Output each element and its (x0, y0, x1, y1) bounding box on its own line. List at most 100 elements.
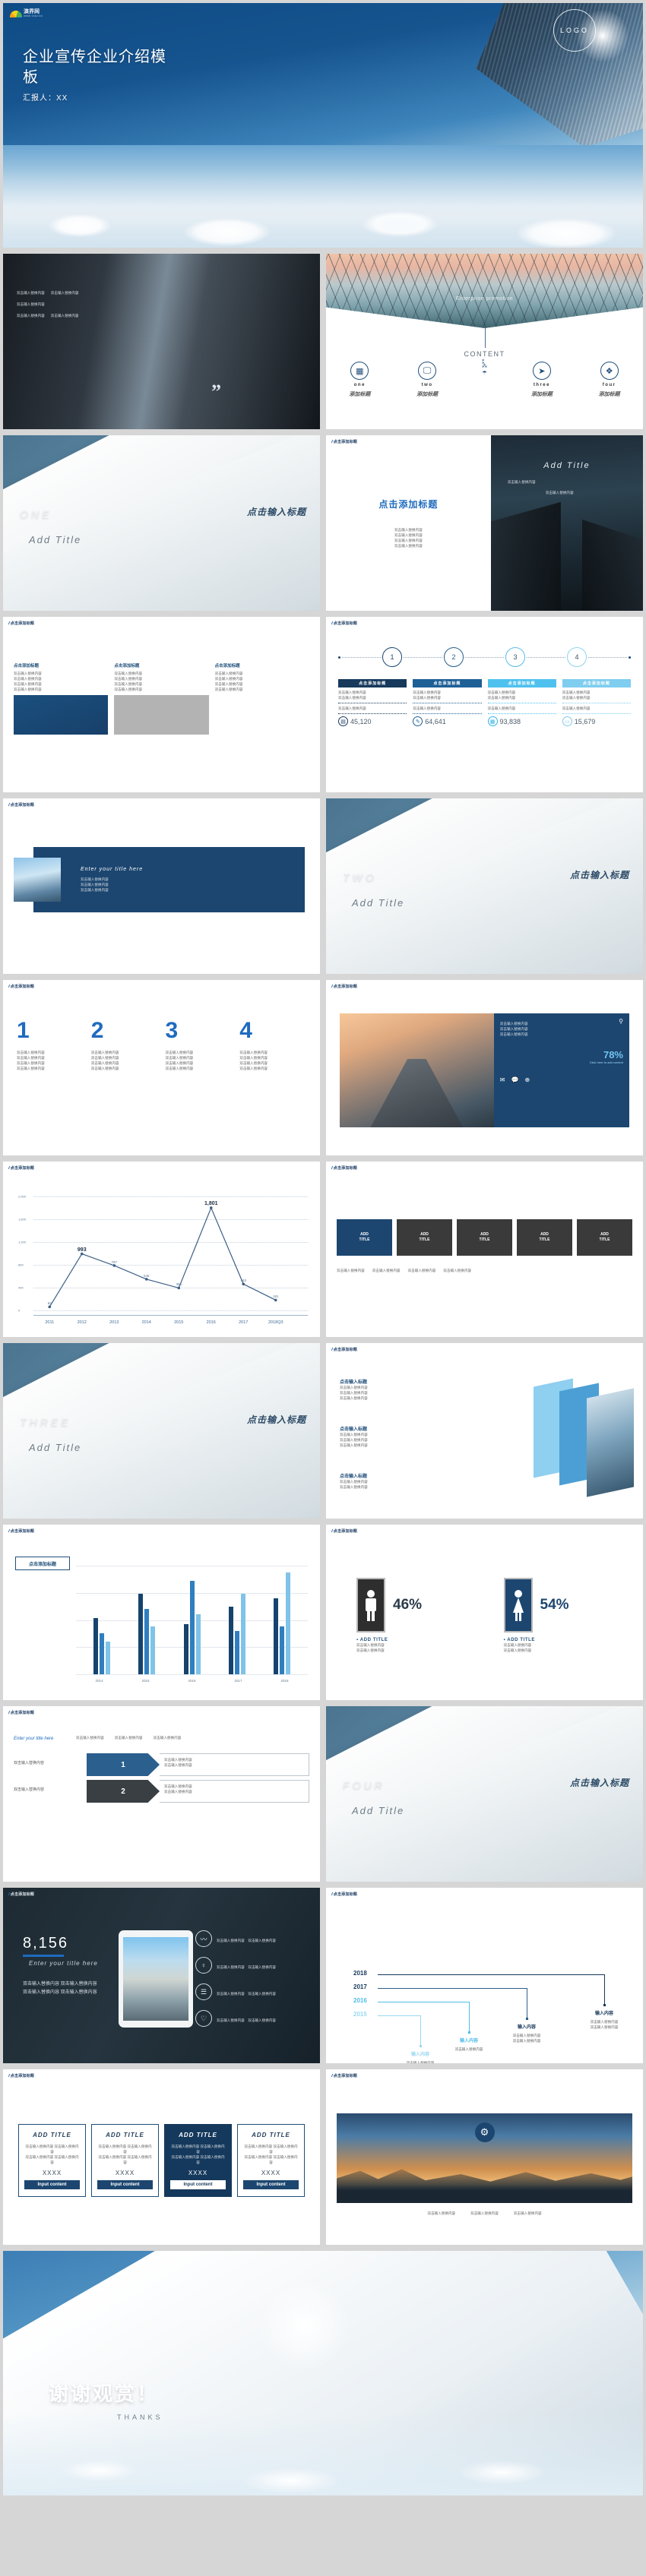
quote-line: 双击输入替换内容 (17, 302, 45, 307)
arrow-shape-2[interactable]: 2 (87, 1780, 160, 1803)
card-button[interactable]: Input content (170, 2180, 226, 2190)
split-photo-line: 双击输入替换内容 (545, 491, 574, 495)
step-cell-2: 点击添加标题 双击输入替换内容 双击输入替换内容 双击输入替换内容 ✎ 64,6… (413, 679, 482, 727)
big-number-line: 双击输入替换内容 (90, 1067, 119, 1071)
card-5[interactable]: ADD TITLE (577, 1219, 632, 1256)
slide-timeline: //点击添加标题 2018 输入内容 双击输入替换内容 双击输入替换内容 201… (323, 1885, 646, 2066)
feature-item-2[interactable]: ♀ 双击输入替换内容 双击输入替换内容 (195, 1957, 309, 1974)
male-figure-icon (356, 1578, 385, 1633)
step-caption: 双击输入替换内容 (413, 706, 442, 711)
step-stat: ▦ 93,838 (487, 716, 556, 727)
quote-background-photo (3, 254, 320, 429)
timeline-line-2018 (378, 1974, 604, 1975)
card-button[interactable]: Input content (243, 2180, 299, 2190)
steps-numbers-row: 1 2 3 4 (338, 647, 631, 667)
content-item-cn: 添加标题 (598, 392, 620, 397)
content-item-en: four (602, 383, 616, 387)
five-cards-legend: 双击输入替换内容 双击输入替换内容 双击输入替换内容 双击输入替换内容 (337, 1268, 632, 1273)
big-number-cell-3: 3 双击输入替换内容 双击输入替换内容 双击输入替换内容 双击输入替换内容 (166, 1019, 233, 1071)
step-circle-2[interactable]: 2 (444, 647, 464, 667)
step-circle-3[interactable]: 3 (505, 647, 525, 667)
split-line: 双击输入替换内容 (394, 539, 423, 542)
data-label: 463 (240, 1279, 247, 1283)
arrows-intro: Enter your title here (14, 1737, 54, 1741)
x-tick-label: 2017 (234, 1679, 242, 1683)
tablet-subtitle: Enter your title here (29, 1960, 98, 1967)
male-line: 双击输入替换内容 (356, 1648, 385, 1653)
bar (274, 1598, 279, 1674)
divider-title-cn: 点击输入标题 (569, 870, 629, 880)
header-label: 点击添加标题 (10, 803, 34, 808)
step-circle-4[interactable]: 4 (567, 647, 587, 667)
x-tick-label: 2013 (109, 1320, 119, 1325)
column-line: 双击输入替换内容 (114, 672, 143, 675)
content-item-two[interactable]: 🖵 two 添加标题 (394, 362, 461, 398)
arrow-shape-1[interactable]: 1 (87, 1753, 160, 1776)
umbrella-icon: ☂ (482, 370, 487, 376)
slide-four-cards: //点击添加标题 ADD TITLE 双击输入替换内容 双击输入替换内容 双击输… (0, 2066, 323, 2248)
arrow-row-body: 双击输入替换内容 双击输入替换内容 (160, 1753, 309, 1776)
card-line-1: ADD (420, 1232, 429, 1237)
y-tick-label: 400 (18, 1285, 24, 1290)
content-item-four[interactable]: ❖ four 添加标题 (575, 362, 643, 398)
chat-icon[interactable]: 💬 (511, 1076, 518, 1083)
card-line-2: TITLE (539, 1237, 550, 1242)
step-cell-1: 点击添加标题 双击输入替换内容 双击输入替换内容 双击输入替换内容 ▤ 45,1… (338, 679, 407, 727)
content-item-one[interactable]: ▦ one 添加标题 (326, 362, 394, 398)
info-panel: ⚲ 双击输入替换内容 双击输入替换内容 双击输入替换内容 78% Click h… (493, 1013, 629, 1127)
content-item-three[interactable]: ➤ three 添加标题 (508, 362, 576, 398)
card-title: ADD TITLE (106, 2132, 144, 2138)
envelope-icon[interactable]: ✉ (500, 1076, 505, 1083)
big-number: 1 (17, 1018, 30, 1043)
title-card-4[interactable]: ADD TITLE 双击输入替换内容 双击输入替换内容 双击输入替换内容 双击输… (237, 2124, 305, 2198)
globe-icon[interactable]: ⊕ (524, 1076, 530, 1083)
x-tick-label: 2018 (280, 1679, 289, 1683)
bar-group (79, 1566, 124, 1674)
title-split-photo: Add Title 双击输入替换内容 双击输入替换内容 (490, 435, 643, 611)
card-4[interactable]: ADD TITLE (517, 1219, 572, 1256)
data-label: 787 (111, 1260, 118, 1264)
timeline-year-2018: 2018 (353, 1970, 367, 1977)
card-2[interactable]: ADD TITLE (397, 1219, 452, 1256)
divider-number: TWO (343, 871, 377, 883)
card-button[interactable]: Input content (97, 2180, 153, 2190)
industrial-lines: 双击输入替换内容 双击输入替换内容 双击输入替换内容 (326, 2211, 643, 2216)
building-photo (587, 1388, 634, 1497)
arrow-body-line: 双击输入替换内容 (164, 1790, 192, 1794)
banner-title: Enter your title here (81, 866, 144, 872)
divider-title-en: Add Title (352, 1805, 405, 1816)
title-card-1[interactable]: ADD TITLE 双击输入替换内容 双击输入替换内容 双击输入替换内容 双击输… (18, 2124, 86, 2198)
timeline-node-2015: 输入内容 双击输入替换内容 (391, 2050, 449, 2063)
feature-item-3[interactable]: ☰ 双击输入替换内容 双击输入替换内容 (195, 1983, 309, 2000)
tablet-device (119, 1930, 193, 2028)
panel-line: 双击输入替换内容 (499, 1027, 528, 1032)
timeline-year-2017: 2017 (353, 1983, 367, 1990)
slide-header: //点击添加标题 (331, 621, 357, 627)
card-button[interactable]: Input content (24, 2180, 80, 2190)
title-card-3[interactable]: ADD TITLE 双击输入替换内容 双击输入替换内容 双击输入替换内容 双击输… (164, 2124, 232, 2198)
panel-line: 双击输入替换内容 (499, 1032, 528, 1037)
header-label: 点击添加标题 (333, 2074, 357, 2078)
card-3[interactable]: ADD TITLE (457, 1219, 512, 1256)
timeline-node-head: 输入内容 (410, 2053, 429, 2057)
card-1[interactable]: ADD TITLE (337, 1219, 392, 1256)
title-split-left: 点击添加标题 双击输入替换内容 双击输入替换内容 双击输入替换内容 双击输入替换… (326, 435, 491, 611)
cover-clouds (3, 169, 643, 248)
step-circle-1[interactable]: 1 (382, 647, 402, 667)
feature-item-4[interactable]: ♡ 双击输入替换内容 双击输入替换内容 (195, 2010, 309, 2027)
industrial-photo: ⚙ (337, 2113, 632, 2203)
slide-header: //点击添加标题 (8, 1892, 34, 1898)
slide-header: //点击添加标题 (8, 984, 34, 990)
timeline-node-head: 输入内容 (517, 2025, 536, 2030)
timeline-node-head: 输入内容 (594, 2012, 613, 2016)
column-line: 双击输入替换内容 (14, 687, 42, 692)
female-line: 双击输入替换内容 (503, 1643, 532, 1647)
slide-header: //点击添加标题 (331, 984, 357, 990)
slide-tablet: //点击添加标题 8,156 Enter your title here 双击输… (0, 1885, 323, 2066)
title-card-2[interactable]: ADD TITLE 双击输入替换内容 双击输入替换内容 双击输入替换内容 双击输… (91, 2124, 159, 2198)
feature-item-1[interactable]: 〰 双击输入替换内容 双击输入替换内容 (195, 1930, 309, 1947)
timeline-node-2018: 输入内容 双击输入替换内容 双击输入替换内容 (575, 2009, 633, 2030)
panel-cta[interactable]: Click here to add content (500, 1060, 623, 1064)
slide-buildings: //点击添加标题 点击输入标题 双击输入替换内容 双击输入替换内容 双击输入替换… (323, 1340, 646, 1522)
bar-chart-x-labels: 2014 2015 2016 2017 2018 (76, 1679, 308, 1683)
